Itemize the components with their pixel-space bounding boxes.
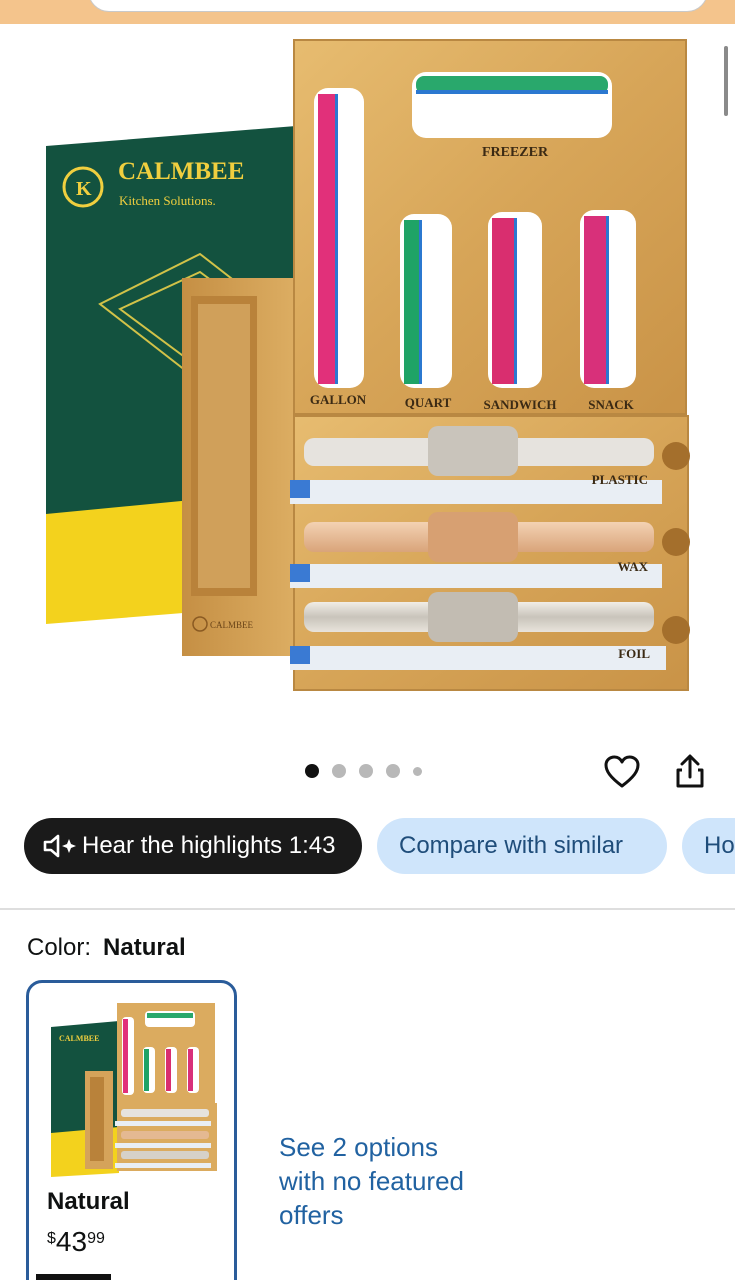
section-divider — [0, 908, 735, 910]
image-carousel-dots[interactable] — [305, 763, 422, 779]
color-swatch-natural[interactable]: CALMBEE Natural $4399 — [26, 980, 237, 1280]
price-cents: 99 — [87, 1230, 105, 1247]
color-selection-heading: Color: Natural — [27, 934, 186, 962]
svg-text:GALLON: GALLON — [310, 392, 367, 407]
svg-text:CALMBEE: CALMBEE — [59, 1034, 99, 1043]
box-brand: CALMBEE — [118, 158, 244, 185]
price-currency: $ — [47, 1230, 56, 1247]
share-icon — [676, 754, 704, 788]
compare-with-similar-button[interactable]: Compare with similar — [377, 818, 667, 874]
color-value: Natural — [103, 934, 186, 961]
share-button[interactable] — [668, 750, 712, 794]
color-label: Color: — [27, 934, 92, 961]
next-chip-label: Ho — [704, 832, 735, 859]
scrollbar[interactable] — [724, 46, 728, 116]
hear-highlights-label: Hear the highlights 1:43 — [82, 832, 336, 859]
svg-text:WAX: WAX — [618, 559, 649, 574]
heart-icon — [604, 755, 640, 788]
svg-text:PLASTIC: PLASTIC — [592, 472, 648, 487]
product-image[interactable]: K CALMBEE Kitchen Solutions. CALMBEE FRE… — [0, 24, 735, 744]
carousel-dot[interactable] — [413, 766, 422, 776]
speaker-sparkle-icon — [43, 834, 76, 858]
svg-text:FREEZER: FREEZER — [482, 145, 549, 160]
carousel-dot[interactable] — [305, 764, 319, 778]
swatch-thumbnail: CALMBEE — [51, 1003, 217, 1177]
next-chip-button[interactable]: Ho — [682, 818, 735, 874]
hear-highlights-button[interactable]: Hear the highlights 1:43 — [24, 818, 362, 874]
see-options-link[interactable]: See 2 options with no featured offers — [279, 1130, 479, 1232]
header-bar — [0, 0, 735, 24]
favorite-button[interactable] — [600, 750, 644, 794]
bottom-indicator — [36, 1274, 111, 1280]
svg-text:FOIL: FOIL — [618, 646, 650, 661]
svg-text:QUART: QUART — [405, 395, 452, 410]
price-whole: 43 — [55, 1226, 88, 1257]
svg-text:SANDWICH: SANDWICH — [484, 397, 557, 412]
carousel-dot[interactable] — [359, 764, 373, 778]
carousel-dot[interactable] — [386, 764, 400, 778]
compare-label: Compare with similar — [399, 832, 624, 859]
search-bar[interactable] — [88, 0, 708, 12]
svg-text:CALMBEE: CALMBEE — [210, 620, 254, 630]
box-tagline: Kitchen Solutions. — [119, 193, 216, 208]
carousel-dot[interactable] — [332, 764, 346, 778]
svg-text:SNACK: SNACK — [588, 397, 634, 412]
svg-text:K: K — [76, 178, 92, 200]
swatch-price: $4399 — [47, 1226, 105, 1258]
swatch-name: Natural — [47, 1188, 130, 1215]
